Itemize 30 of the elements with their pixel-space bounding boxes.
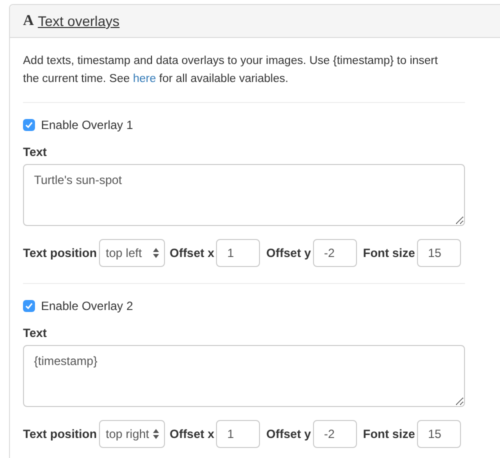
field-label: Text position: [23, 246, 97, 260]
offset-y-field[interactable]: -2: [312, 239, 357, 267]
position-select[interactable]: top right: [98, 420, 165, 448]
updown-arrows-icon: [152, 248, 159, 258]
offset-x-field[interactable]: 1: [216, 239, 260, 267]
updown-arrows-icon: [152, 429, 159, 439]
field-label: Text: [23, 145, 48, 159]
offset-x-field[interactable]: 1: [216, 420, 260, 448]
enable-checkbox[interactable]: [23, 300, 35, 312]
text-area[interactable]: {timestamp}: [23, 345, 465, 407]
text-area[interactable]: Turtle's sun-spot: [23, 164, 465, 226]
field-label: Text: [23, 326, 48, 340]
position-select[interactable]: top left: [98, 239, 165, 267]
field-label: Text position: [23, 427, 97, 441]
here-link[interactable]: here: [132, 73, 156, 85]
font-size-field[interactable]: 15: [417, 239, 461, 267]
checkbox-label: Enable Overlay 1: [41, 118, 134, 132]
font-size-field[interactable]: 15: [417, 420, 461, 448]
field-label: Offset x: [170, 427, 214, 441]
field-label: Offset y: [266, 246, 311, 260]
offset-y-field[interactable]: -2: [312, 420, 357, 448]
checkbox-label: Enable Overlay 2: [41, 299, 134, 313]
text-icon: A: [23, 14, 34, 28]
field-label: Offset x: [170, 246, 214, 260]
field-label: Offset y: [266, 427, 311, 441]
field-label: Font size: [362, 427, 415, 441]
enable-checkbox[interactable]: [23, 119, 35, 131]
intro-text: Add texts, timestamp and data overlays to your images. Use {timestamp} to insert the current time. See here for all available variables.: [23, 54, 439, 87]
panel-title[interactable]: Text overlays: [38, 13, 120, 29]
field-label: Font size: [362, 246, 415, 260]
